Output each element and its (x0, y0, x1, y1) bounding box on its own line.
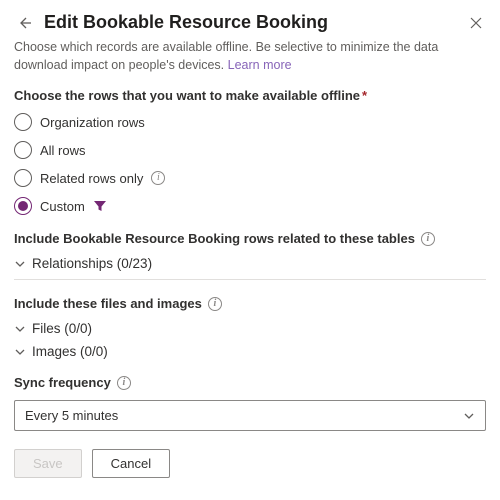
radio-custom[interactable]: Custom (14, 197, 486, 215)
radio-icon (14, 113, 32, 131)
chevron-down-icon (463, 410, 475, 422)
sync-frequency-select[interactable]: Every 5 minutes (14, 400, 486, 431)
filter-icon[interactable] (93, 199, 107, 213)
info-icon[interactable]: i (151, 171, 165, 185)
page-subtitle: Choose which records are available offli… (14, 39, 486, 74)
rows-group-label: Choose the rows that you want to make av… (14, 88, 486, 103)
relationships-expander[interactable]: Relationships (0/23) (14, 256, 486, 271)
files-expander[interactable]: Files (0/0) (14, 321, 486, 336)
info-icon[interactable]: i (117, 376, 131, 390)
radio-icon (14, 197, 32, 215)
files-images-label: Include these files and images i (14, 296, 486, 311)
page-title: Edit Bookable Resource Booking (44, 12, 456, 33)
radio-all-rows[interactable]: All rows (14, 141, 486, 159)
sync-frequency-label: Sync frequency i (14, 375, 486, 390)
chevron-down-icon (14, 258, 26, 270)
radio-related-rows-only[interactable]: Related rows only i (14, 169, 486, 187)
back-arrow-icon[interactable] (14, 13, 34, 33)
info-icon[interactable]: i (421, 232, 435, 246)
images-expander[interactable]: Images (0/0) (14, 344, 486, 359)
close-icon[interactable] (466, 13, 486, 33)
divider (14, 279, 486, 280)
cancel-button[interactable]: Cancel (92, 449, 170, 478)
chevron-down-icon (14, 346, 26, 358)
info-icon[interactable]: i (208, 297, 222, 311)
radio-organization-rows[interactable]: Organization rows (14, 113, 486, 131)
related-tables-label: Include Bookable Resource Booking rows r… (14, 231, 486, 246)
chevron-down-icon (14, 323, 26, 335)
save-button: Save (14, 449, 82, 478)
radio-icon (14, 169, 32, 187)
learn-more-link[interactable]: Learn more (228, 58, 292, 72)
radio-icon (14, 141, 32, 159)
